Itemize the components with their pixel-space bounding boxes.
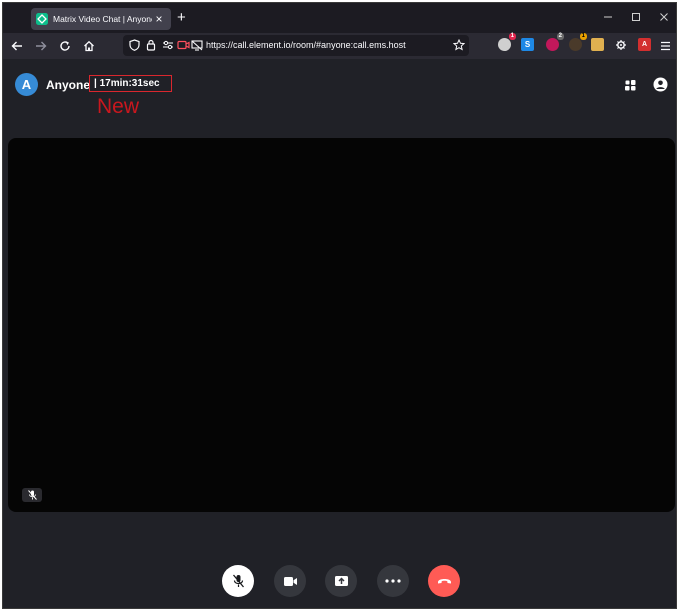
navigation-bar: https://call.element.io/room/#anyone:cal… [3, 33, 676, 59]
home-icon[interactable] [81, 38, 97, 54]
bookmark-star-icon[interactable] [452, 38, 466, 52]
camera-in-use-icon[interactable] [176, 38, 190, 52]
address-bar[interactable]: https://call.element.io/room/#anyone:cal… [123, 35, 469, 56]
extension-1-icon[interactable]: 1 [498, 33, 516, 51]
extension-4-icon[interactable]: 1 [569, 33, 587, 51]
layout-grid-icon[interactable] [622, 77, 638, 93]
video-camera-icon [283, 576, 298, 587]
video-tile [8, 138, 675, 512]
microphone-muted-icon [232, 574, 245, 588]
close-tab-icon[interactable]: × [152, 12, 166, 26]
call-timer: | 17min:31sec [89, 75, 172, 92]
browser-window: Matrix Video Chat | Anyone × + https://c… [2, 2, 677, 609]
microphone-toggle-button[interactable] [222, 565, 254, 597]
matrix-logo-icon [36, 13, 48, 25]
extension-badge: 1 [508, 33, 516, 40]
call-app: A Anyone | 17min:31sec New [3, 59, 676, 608]
maximize-window-icon[interactable] [628, 9, 644, 25]
room-name: Anyone [46, 78, 91, 92]
pdf-extension-icon[interactable]: A [638, 38, 651, 51]
extension-badge: 1 [579, 33, 587, 40]
new-tab-icon[interactable]: + [177, 9, 186, 26]
more-options-button[interactable] [377, 565, 409, 597]
more-options-icon [385, 579, 401, 583]
hang-up-button[interactable] [428, 565, 460, 597]
extension-5-icon[interactable] [591, 38, 604, 51]
permissions-icon[interactable] [161, 38, 175, 52]
camera-toggle-button[interactable] [274, 565, 306, 597]
reload-icon[interactable] [57, 38, 73, 54]
lock-icon[interactable] [144, 38, 158, 52]
screen-share-icon [334, 575, 349, 587]
screen-sharing-icon[interactable] [190, 38, 204, 52]
skype-extension-icon[interactable]: S [521, 38, 534, 51]
tile-microphone-muted-icon [22, 488, 42, 502]
tab-title: Matrix Video Chat | Anyone [53, 14, 152, 24]
back-arrow-icon[interactable] [9, 38, 25, 54]
hang-up-icon [437, 577, 452, 585]
extension-3-icon[interactable]: 2 [546, 33, 564, 51]
puzzle-extension-icon[interactable] [614, 38, 627, 51]
extension-badge: 2 [556, 33, 564, 40]
user-profile-icon[interactable] [652, 76, 668, 92]
new-annotation: New [97, 95, 140, 118]
minimize-window-icon[interactable] [600, 9, 616, 25]
tab-strip: Matrix Video Chat | Anyone × + [3, 3, 676, 33]
room-avatar: A [15, 73, 38, 96]
close-window-icon[interactable] [656, 9, 672, 25]
screen-share-button[interactable] [325, 565, 357, 597]
url-text[interactable]: https://call.element.io/room/#anyone:cal… [206, 40, 406, 50]
tracking-protection-shield-icon[interactable] [127, 38, 141, 52]
browser-tab[interactable]: Matrix Video Chat | Anyone × [31, 8, 171, 30]
hamburger-menu-icon[interactable] [657, 38, 673, 54]
forward-arrow-icon[interactable] [33, 38, 49, 54]
